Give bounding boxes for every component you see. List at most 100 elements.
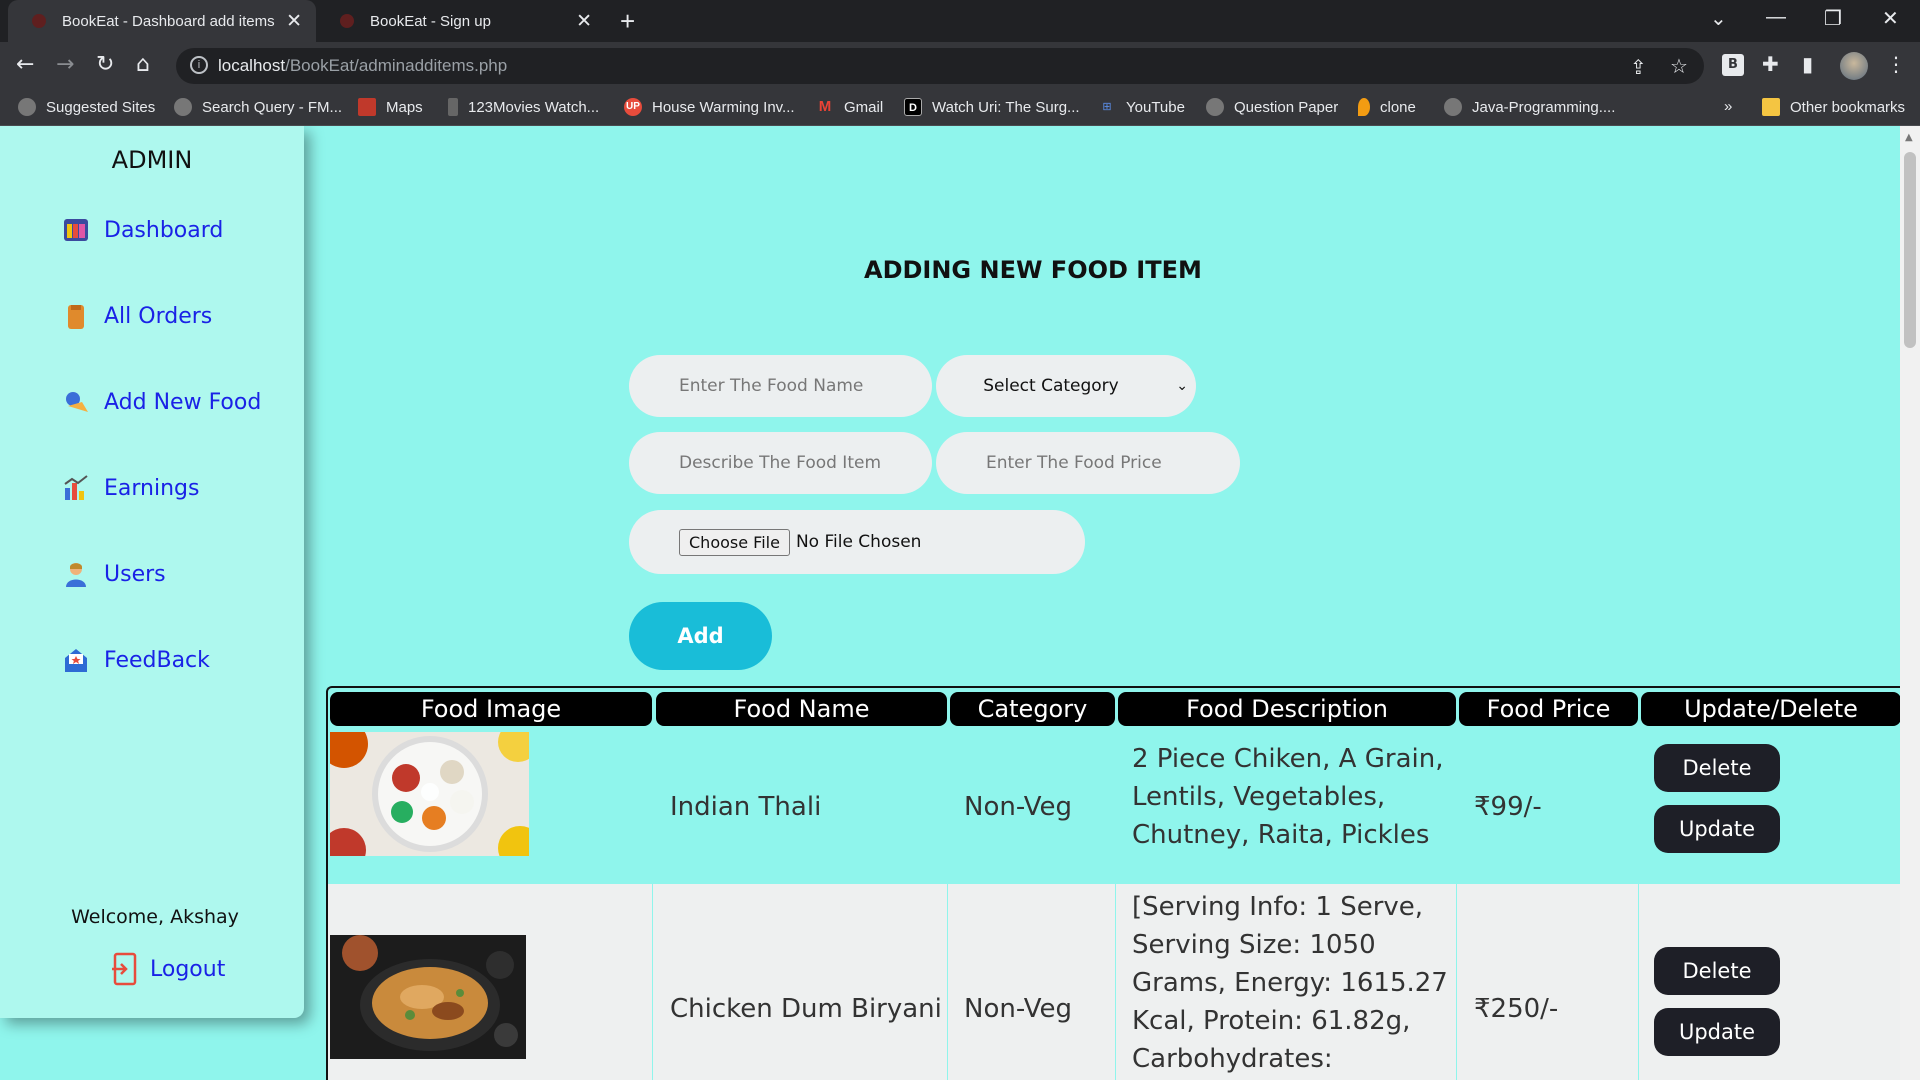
food-price-input[interactable]: Enter The Food Price: [936, 432, 1240, 494]
globe-icon: [1444, 98, 1462, 116]
d-icon: D: [904, 98, 922, 116]
sidebar-item-users[interactable]: Users: [62, 560, 166, 588]
url-path: /BookEat/adminadditems.php: [285, 56, 508, 75]
scrollbar-thumb[interactable]: [1904, 152, 1916, 348]
new-tab-icon[interactable]: +: [620, 6, 635, 37]
site-info-icon[interactable]: i: [190, 56, 208, 74]
logout-icon: [112, 952, 137, 986]
header-update-delete: Update/Delete: [1641, 692, 1900, 726]
bookmark-youtube[interactable]: ⊞ YouTube: [1098, 98, 1185, 116]
tab-label: BookEat - Dashboard add items: [62, 12, 275, 30]
logout-label: Logout: [150, 956, 226, 982]
close-tab-icon[interactable]: ✕: [576, 10, 592, 33]
more-bookmarks-icon[interactable]: »: [1724, 98, 1732, 115]
bookmark-label: Suggested Sites: [46, 98, 156, 116]
bookmark-gmail[interactable]: M Gmail: [816, 98, 883, 116]
delete-button[interactable]: Delete: [1654, 947, 1780, 995]
tab-dashboard-add-items[interactable]: BookEat - Dashboard add items ✕: [8, 0, 316, 42]
feedback-mail-icon: [65, 649, 87, 672]
home-icon[interactable]: ⌂: [136, 52, 150, 77]
tab-sign-up[interactable]: BookEat - Sign up ✕: [316, 0, 606, 42]
description-cell: 2 Piece Chiken, A Grain, Lentils, Vegeta…: [1132, 744, 1444, 850]
description-cell: [Serving Info: 1 Serve, Serving Size: 10…: [1132, 892, 1448, 1074]
add-food-button[interactable]: Add: [629, 602, 772, 670]
profile-avatar[interactable]: [1840, 52, 1868, 80]
bookmark-other-bookmarks[interactable]: Other bookmarks: [1762, 98, 1905, 116]
bookmark-star-icon[interactable]: ☆: [1670, 54, 1688, 78]
extensions-puzzle-icon[interactable]: ✚: [1762, 52, 1779, 76]
globe-icon: [1206, 98, 1224, 116]
side-panel-icon[interactable]: ▮: [1802, 52, 1813, 76]
column-divider: [1456, 884, 1457, 1080]
forward-icon[interactable]: →: [56, 52, 74, 77]
bookmark-java-programming[interactable]: Java-Programming....: [1444, 98, 1615, 116]
up-icon: UP: [624, 98, 642, 116]
update-button[interactable]: Update: [1654, 805, 1780, 853]
dashboard-icon: [64, 219, 88, 241]
clone-icon: [1358, 98, 1370, 116]
column-divider: [947, 884, 948, 1080]
food-name-input[interactable]: Enter The Food Name: [629, 355, 932, 417]
bookmark-question-paper[interactable]: Question Paper: [1206, 98, 1338, 116]
close-window-icon[interactable]: ✕: [1882, 6, 1899, 31]
food-name-cell: Indian Thali: [670, 792, 822, 822]
back-icon[interactable]: ←: [16, 52, 34, 77]
bookmark-label: YouTube: [1126, 98, 1185, 116]
food-image-chicken-dum-biryani: [330, 935, 526, 1059]
food-description-input[interactable]: Describe The Food Item: [629, 432, 932, 494]
logout-link[interactable]: Logout: [112, 952, 225, 986]
reload-icon[interactable]: ↻: [96, 52, 114, 77]
close-tab-icon[interactable]: ✕: [286, 10, 302, 33]
category-cell: Non-Veg: [964, 792, 1072, 822]
maps-icon: [358, 98, 376, 116]
biryani-picture: [330, 935, 526, 1059]
restore-icon[interactable]: ❐: [1824, 6, 1842, 31]
tab-favicon-icon: [340, 14, 354, 28]
bookmark-watch-uri[interactable]: D Watch Uri: The Surg...: [904, 98, 1080, 116]
share-icon[interactable]: ⇪: [1630, 55, 1647, 79]
orders-bag-icon: [68, 305, 84, 329]
extension-b-icon[interactable]: B: [1722, 54, 1744, 76]
page-content: ADMIN Dashboard All Orders Add New Food …: [0, 126, 1900, 1080]
browser-tab-bar: BookEat - Dashboard add items ✕ BookEat …: [0, 0, 1920, 42]
bookmarks-bar: Suggested Sites Search Query - FM... Map…: [0, 90, 1920, 126]
scroll-up-icon[interactable]: ▲: [1905, 132, 1913, 143]
delete-button[interactable]: Delete: [1654, 744, 1780, 792]
bookmark-search-query[interactable]: Search Query - FM...: [174, 98, 342, 116]
bookmark-label: House Warming Inv...: [652, 98, 795, 116]
choose-file-button[interactable]: Choose File: [679, 528, 790, 556]
sidebar-item-feedback[interactable]: FeedBack: [62, 646, 210, 674]
menu-icon[interactable]: ⋮: [1886, 52, 1906, 76]
globe-icon: [18, 98, 36, 116]
chevron-down-icon: ⌄: [1176, 378, 1188, 394]
bookmark-house-warming[interactable]: UP House Warming Inv...: [624, 98, 795, 116]
bookmark-clone[interactable]: clone: [1358, 98, 1416, 116]
page-scrollbar[interactable]: ▲: [1900, 126, 1920, 1080]
bookmark-label: Watch Uri: The Surg...: [932, 98, 1080, 116]
browser-toolbar: ← → ↻ ⌂ i localhost/BookEat/adminadditem…: [0, 42, 1920, 90]
sidebar-item-earnings[interactable]: Earnings: [62, 474, 199, 502]
bookmark-123movies[interactable]: 123Movies Watch...: [448, 98, 599, 116]
movies-icon: [448, 98, 458, 116]
tab-search-icon[interactable]: ⌄: [1710, 6, 1727, 31]
update-button[interactable]: Update: [1654, 1008, 1780, 1056]
sidebar-item-label: Add New Food: [104, 389, 262, 415]
bookmark-suggested-sites[interactable]: Suggested Sites: [18, 98, 155, 116]
globe-icon: [174, 98, 192, 116]
bookmark-label: clone: [1380, 98, 1416, 116]
column-divider: [1115, 884, 1116, 1080]
food-image-file-input[interactable]: Choose File No File Chosen: [629, 510, 1085, 574]
bookmark-maps[interactable]: Maps: [358, 98, 423, 116]
category-select[interactable]: Select Category ⌄: [936, 355, 1196, 417]
minimize-icon[interactable]: —: [1766, 6, 1786, 29]
price-cell: ₹99/-: [1474, 792, 1542, 822]
sidebar-item-add-new-food[interactable]: Add New Food: [62, 388, 261, 416]
food-name-cell: Chicken Dum Biryani: [670, 994, 942, 1024]
sidebar-item-label: All Orders: [104, 303, 213, 329]
bookmark-label: Gmail: [844, 98, 884, 116]
gmail-icon: M: [818, 98, 832, 115]
sidebar-item-dashboard[interactable]: Dashboard: [62, 216, 223, 244]
address-bar[interactable]: i localhost/BookEat/adminadditems.php ⇪ …: [176, 48, 1704, 84]
sidebar-item-all-orders[interactable]: All Orders: [62, 302, 212, 330]
sidebar-item-label: Earnings: [104, 475, 200, 501]
